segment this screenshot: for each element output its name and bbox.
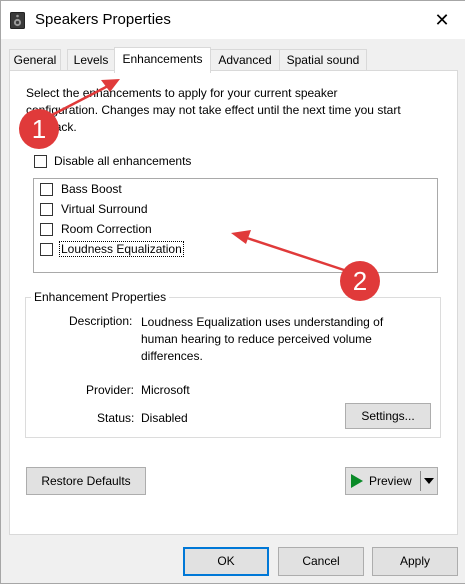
preview-label: Preview xyxy=(369,474,412,488)
intro-line-3: playback. xyxy=(26,120,77,134)
speaker-icon xyxy=(10,12,25,29)
provider-label: Provider: xyxy=(86,383,135,397)
preview-divider xyxy=(420,471,421,491)
preview-button[interactable]: Preview xyxy=(345,467,438,495)
room-correction-checkbox[interactable] xyxy=(40,223,53,236)
tab-spatial-sound[interactable]: Spatial sound xyxy=(279,49,367,71)
loudness-equalization-checkbox[interactable] xyxy=(40,243,53,256)
title-bar: Speakers Properties ✕ xyxy=(1,1,465,39)
disable-all-label[interactable]: Disable all enhancements xyxy=(54,154,191,168)
description-line-3: differences. xyxy=(141,349,203,363)
provider-value: Microsoft xyxy=(141,383,190,397)
status-value: Disabled xyxy=(141,411,188,425)
loudness-equalization-label[interactable]: Loudness Equalization xyxy=(59,241,184,257)
disable-all-checkbox[interactable] xyxy=(34,155,47,168)
apply-button[interactable]: Apply xyxy=(372,547,458,576)
description-value: Loudness Equalization uses understanding… xyxy=(141,314,383,365)
room-correction-label[interactable]: Room Correction xyxy=(61,222,152,236)
status-label: Status: xyxy=(97,411,135,425)
intro-text: Select the enhancements to apply for you… xyxy=(26,85,446,136)
enhancement-properties-title: Enhancement Properties xyxy=(31,290,170,304)
restore-defaults-button[interactable]: Restore Defaults xyxy=(26,467,146,495)
speakers-properties-window: Speakers Properties ✕ General Levels Enh… xyxy=(0,0,465,584)
virtual-surround-label[interactable]: Virtual Surround xyxy=(61,202,148,216)
tab-advanced[interactable]: Advanced xyxy=(210,49,280,71)
virtual-surround-checkbox[interactable] xyxy=(40,203,53,216)
dropdown-arrow-icon[interactable] xyxy=(424,478,434,484)
description-line-1: Loudness Equalization uses understanding… xyxy=(141,315,384,329)
ok-button[interactable]: OK xyxy=(183,547,269,576)
close-button[interactable]: ✕ xyxy=(419,1,465,39)
intro-line-2: configuration. Changes may not take effe… xyxy=(26,103,401,117)
play-icon xyxy=(351,474,363,488)
tab-general[interactable]: General xyxy=(9,49,61,71)
description-label: Description: xyxy=(69,314,133,328)
tab-levels[interactable]: Levels xyxy=(67,49,115,71)
close-icon: ✕ xyxy=(434,9,450,30)
intro-line-1: Select the enhancements to apply for you… xyxy=(26,86,338,100)
settings-button[interactable]: Settings... xyxy=(345,403,431,429)
bass-boost-checkbox[interactable] xyxy=(40,183,53,196)
cancel-button[interactable]: Cancel xyxy=(278,547,364,576)
tab-enhancements[interactable]: Enhancements xyxy=(114,47,211,73)
bass-boost-label[interactable]: Bass Boost xyxy=(61,182,122,196)
window-title: Speakers Properties xyxy=(35,11,171,28)
description-line-2: human hearing to reduce perceived volume xyxy=(141,332,372,346)
